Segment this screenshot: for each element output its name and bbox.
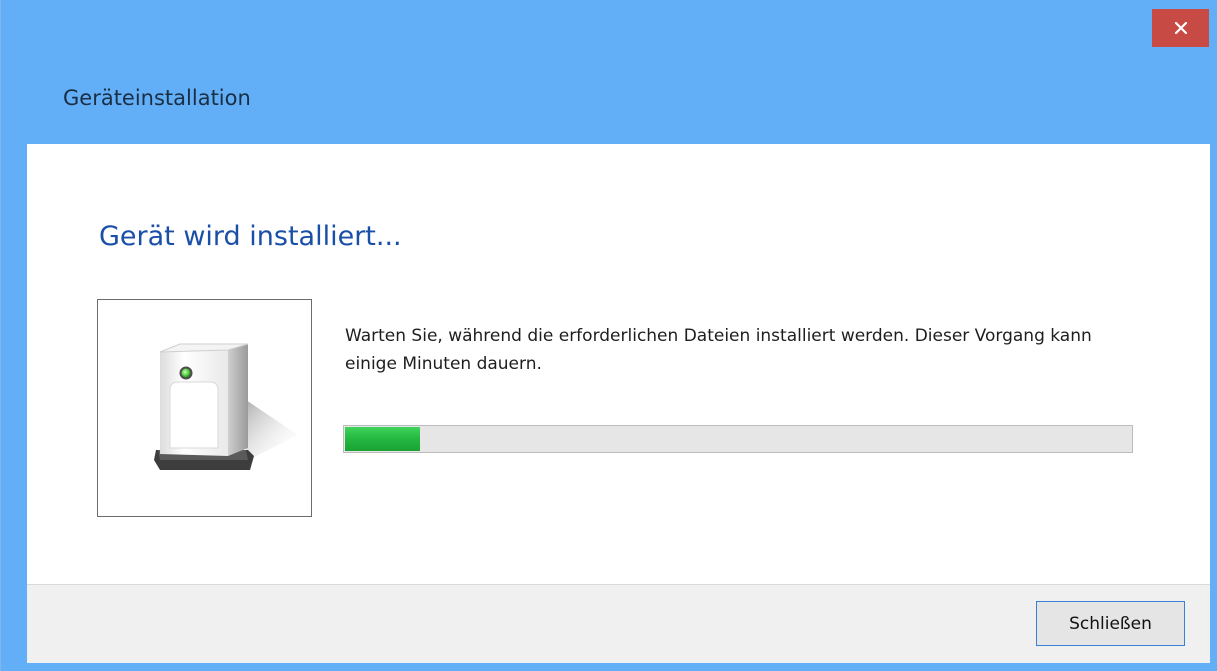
window-close-button[interactable] bbox=[1152, 9, 1209, 47]
dialog-footer bbox=[27, 584, 1210, 663]
window-bottom-border bbox=[1, 663, 1217, 671]
installation-progress-bar bbox=[343, 425, 1133, 453]
content-area: Gerät wird installiert... Warten Sie, wä… bbox=[27, 144, 1210, 584]
device-image-frame bbox=[97, 299, 312, 517]
device-installation-window: Geräteinstallation Gerät wird installier… bbox=[0, 0, 1217, 671]
window-title: Geräteinstallation bbox=[63, 86, 251, 110]
close-icon bbox=[1174, 21, 1188, 35]
close-dialog-button[interactable]: Schließen bbox=[1036, 601, 1185, 646]
page-heading: Gerät wird installiert... bbox=[99, 221, 402, 252]
installation-message: Warten Sie, während die erforderlichen D… bbox=[345, 326, 1092, 374]
progress-fill bbox=[345, 427, 420, 451]
device-icon bbox=[154, 343, 298, 470]
